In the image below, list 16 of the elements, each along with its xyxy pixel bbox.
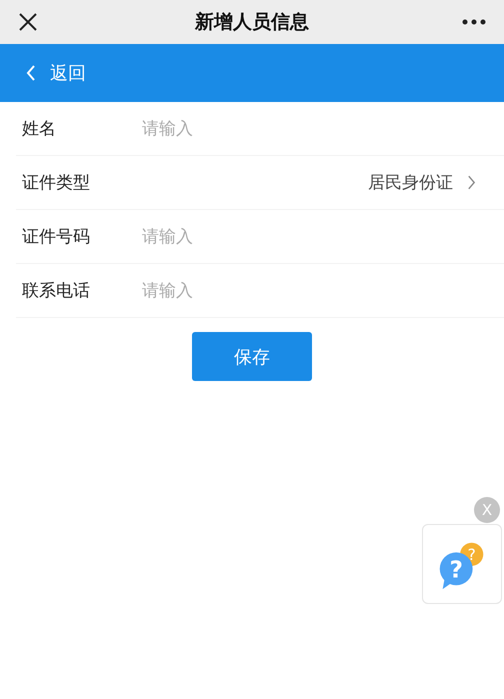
input-field[interactable]: 请输入	[142, 280, 476, 300]
field-label: 证件号码	[22, 226, 91, 248]
field-label: 联系电话	[22, 280, 91, 302]
back-button[interactable]: 返回	[26, 61, 86, 85]
field-label: 姓名	[22, 118, 57, 140]
more-icon[interactable]	[462, 19, 486, 25]
chevron-right-icon	[467, 175, 476, 190]
window-title: 新增人员信息	[195, 10, 309, 35]
save-button[interactable]: 保存	[192, 332, 312, 381]
help-button[interactable]: ? ?	[422, 524, 502, 604]
input-field[interactable]: 请输入	[142, 226, 476, 246]
field-label: 证件类型	[22, 172, 91, 194]
input-field[interactable]: 请输入	[142, 118, 476, 138]
close-icon[interactable]	[18, 12, 38, 32]
select-field[interactable]: 居民身份证	[368, 171, 476, 194]
chevron-left-icon	[26, 65, 36, 81]
